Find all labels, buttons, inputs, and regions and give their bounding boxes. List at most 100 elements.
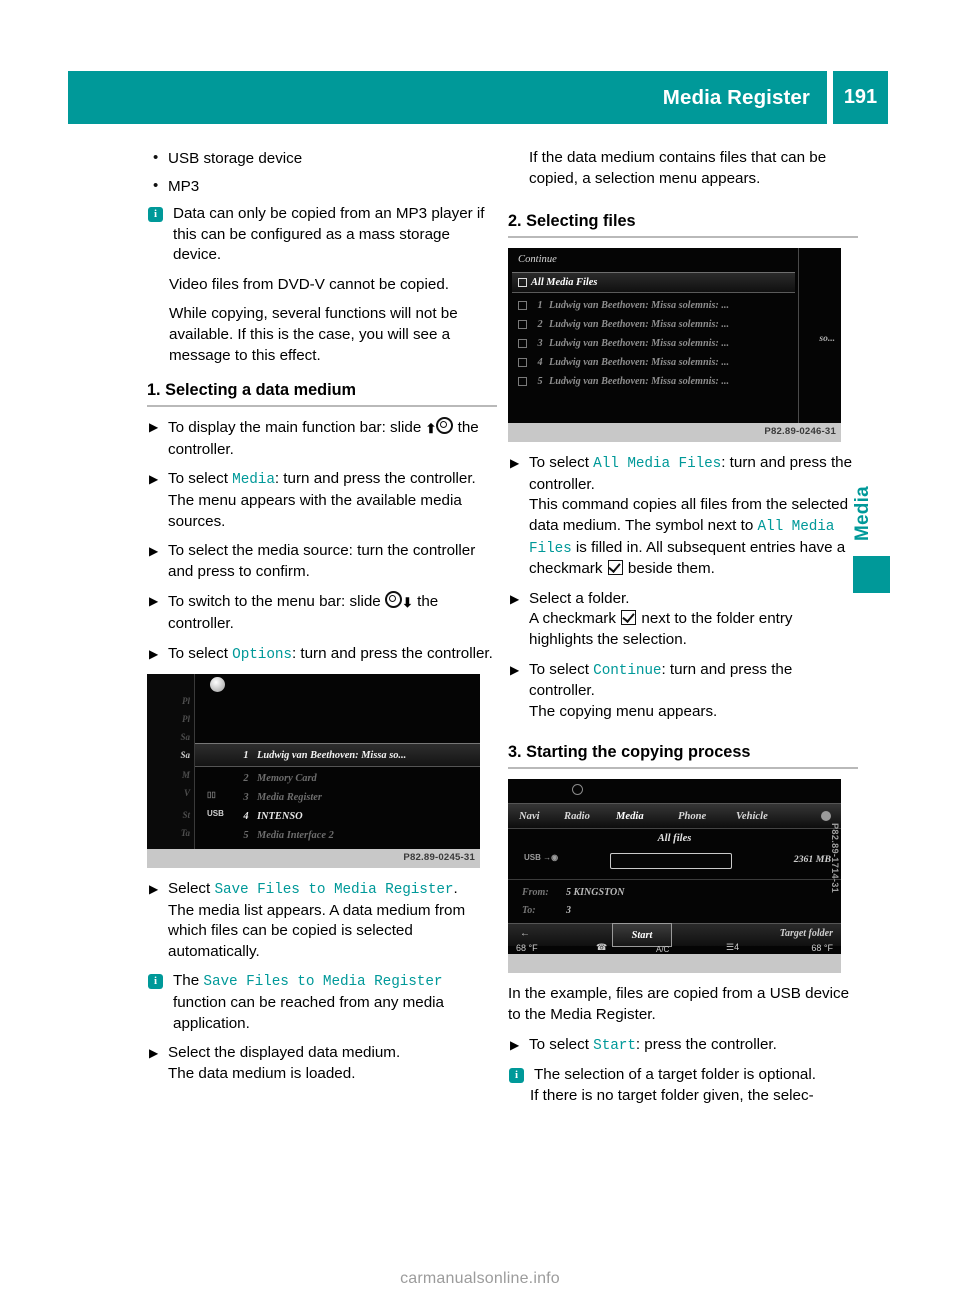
step-arrow-icon: ▶ (510, 591, 520, 606)
row-label: Media Register (257, 791, 322, 803)
sidebar-label: V (183, 788, 190, 799)
footer-watermark: carmanualsonline.info (400, 1270, 560, 1287)
note-line: The selection of a target folder is opti… (534, 1066, 816, 1084)
checkmark-icon (607, 560, 623, 576)
step-text-tail: : turn and press the controller. (291, 644, 493, 662)
screenshot-file-selection: Continue All Media Files 1 Ludwig van Bee… (508, 248, 841, 443)
heading-rule (147, 405, 497, 408)
step-arrow-icon: ▶ (149, 646, 159, 661)
back-icon: ← (520, 928, 530, 940)
step-text-tail: : turn and press the controller. (274, 470, 476, 488)
row-number: 5 (243, 829, 249, 841)
ui-term-all-media-files: All Media Files (593, 456, 722, 473)
heading-rule (508, 767, 858, 770)
slide-up-controller-icon: ⬆ (426, 417, 454, 436)
step-arrow-icon: ▶ (149, 544, 159, 559)
sidebar-label: Ta (180, 828, 190, 839)
header-page-block: 191 (833, 71, 888, 124)
step-arrow-icon: ▶ (149, 472, 159, 487)
heading-rule (508, 236, 858, 239)
page-title: Media Register (662, 85, 810, 109)
checkmark-icon (621, 610, 637, 626)
row-label: INTENSO (257, 810, 303, 822)
checkbox-icon (518, 278, 527, 288)
right-column: If the data medium contains files that c… (508, 148, 858, 1106)
step-select-displayed-medium: ▶ Select the displayed data medium. The … (147, 1043, 497, 1084)
step-detail: The media list appears. A data medium fr… (168, 901, 466, 960)
progress-bar (610, 853, 732, 870)
bullet-icon: • (153, 177, 159, 194)
sidebar-label: Sa (180, 732, 190, 743)
row-number: 3 (537, 338, 543, 350)
screenshot-caption: P82.89-0246-31 (764, 426, 836, 438)
usb-icon: USB (207, 809, 224, 819)
section-3-heading: 3. Starting the copying process (508, 742, 858, 770)
phone-icon: ☎ (596, 942, 608, 953)
row-number: 2 (537, 319, 543, 331)
section-heading-text: 1. Selecting a data medium (147, 381, 357, 400)
step-text: To select (168, 644, 228, 662)
screenshot-1-row: 5 Media Interface 2 (195, 824, 480, 846)
to-value: 3 (566, 905, 571, 917)
row-label: Media Interface 2 (257, 829, 334, 841)
row-label: Ludwig van Beethoven: Missa solemnis: ..… (549, 357, 729, 369)
row-label: Ludwig van Beethoven: Missa solemnis: ..… (549, 376, 729, 388)
step-select-start: ▶ To select Start: press the controller. (508, 1035, 858, 1057)
info-icon: i (148, 206, 163, 222)
step-switch-menu-bar: ▶ To switch to the menu bar: slide ⬇ the… (147, 591, 497, 634)
detail-text: A checkmark (529, 610, 616, 628)
menu-vehicle: Vehicle (736, 810, 768, 822)
list-item: • USB storage device (147, 148, 497, 169)
row-number: 1 (243, 749, 249, 761)
step-arrow-icon: ▶ (510, 456, 520, 471)
bullet-icon: • (153, 149, 159, 166)
to-label: To: (522, 905, 536, 917)
step-text: To select (529, 454, 589, 472)
checkbox-icon (518, 358, 527, 368)
step-text: Select a folder. (529, 589, 630, 607)
file-row: 5 Ludwig van Beethoven: Missa solemnis: .… (518, 373, 795, 390)
page-number: 191 (843, 86, 878, 108)
section-2-heading: 2. Selecting files (508, 211, 858, 239)
row-label: Memory Card (257, 772, 317, 784)
step-arrow-icon: ▶ (149, 882, 159, 897)
media-type-list: • USB storage device • MP3 (147, 148, 497, 197)
screenshot-2-caption-bar: P82.89-0246-31 (508, 423, 841, 443)
step-text: To select (529, 660, 589, 678)
screenshot-1-caption-bar: P82.89-0245-31 (147, 849, 480, 869)
row-number: 2 (243, 772, 249, 784)
info-icon: i (148, 973, 163, 989)
file-row: 4 Ludwig van Beethoven: Missa solemnis: .… (518, 354, 795, 371)
menu-media: Media (616, 810, 644, 822)
note-line: While copying, several functions will no… (169, 305, 458, 364)
sidebar-label: St (182, 810, 190, 821)
menu-phone: Phone (678, 810, 707, 822)
sidebar-label: M (181, 770, 190, 781)
sidebar-label: Sa (180, 750, 190, 761)
step-arrow-icon: ▶ (510, 662, 520, 677)
sidebar-label: Pl (182, 696, 190, 707)
ui-term-continue: Continue (593, 662, 662, 679)
sidebar-label: Pl (182, 714, 190, 725)
step-arrow-icon: ▶ (149, 594, 159, 609)
screenshot-3-topbar (508, 779, 841, 803)
from-label: From: (522, 887, 549, 899)
ui-term-options: Options (232, 646, 292, 663)
left-column: • USB storage device • MP3 i Data can only… (147, 148, 497, 1093)
entry-label: All Media Files (531, 277, 598, 289)
step-select-folder: ▶ Select a folder. A checkmark next to t… (508, 589, 858, 651)
row-number: 5 (537, 376, 543, 388)
screenshot-2-canvas: Continue All Media Files 1 Ludwig van Bee… (508, 248, 841, 424)
note-text-tail: function can be reached from any media a… (173, 994, 445, 1032)
menu-navi: Navi (519, 810, 540, 822)
screenshot-1-sidebar: Pl Pl Sa Sa M V St Ta (147, 674, 195, 850)
row-label: Ludwig van Beethoven: Missa solemnis: ..… (549, 300, 729, 312)
from-index: 5 (566, 887, 571, 899)
temp-right: 68 °F (811, 943, 833, 954)
checkbox-icon (518, 301, 527, 311)
ac-label: A/C (656, 945, 670, 955)
step-detail: The menu appears with the available medi… (168, 491, 462, 530)
section-heading-text: 3. Starting the copying process (508, 743, 751, 762)
list-item-label: MP3 (168, 178, 200, 195)
target-folder-button[interactable]: Target folder (780, 928, 833, 939)
